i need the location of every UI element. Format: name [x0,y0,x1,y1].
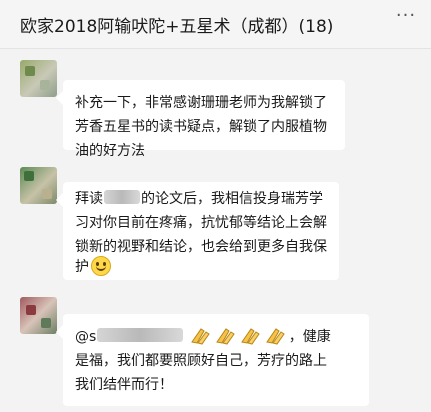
message-text-prefix: 拜读 [75,191,103,207]
clap-emoji [265,328,285,345]
message-text: 锁新的视野和结论，也会给到更多自我保 [75,239,327,255]
message-bubble[interactable]: @s ，健康 是福，我们都要照顾好自己，芳疗的路上 我们结伴而行！ [63,314,369,406]
message-text: 芳香五星书的读书疑点，解锁了内服植物 [75,119,327,135]
message-text-end: 护 [75,259,89,275]
clap-emoji [215,328,235,345]
message-text-suffix: ，健康 [288,329,331,345]
blurred-name [97,328,184,342]
message-text-suffix: 的论文后，我相信投身瑞芳学 [141,191,323,207]
message-text: 护 [75,255,111,279]
message-bubble[interactable]: 补充一下，非常感谢珊珊老师为我解锁了 芳香五星书的读书疑点，解锁了内服植物 油的… [63,80,345,159]
message-text: 补充一下，非常感谢珊珊老师为我解锁了 [75,95,327,111]
smile-emoji [91,256,111,276]
message-text: 是福，我们都要照顾好自己，芳疗的路上 [75,353,327,369]
message-text: 油的好方法 [75,143,145,159]
message-text: 我们结伴而行！ [75,377,173,393]
message-text: @s ，健康 [75,325,331,349]
avatar[interactable] [20,60,57,97]
message-text: 拜读 的论文后，我相信投身瑞芳学 [75,187,323,211]
message-text: 习对你目前在疼痛，抗忧郁等结论上会解 [75,215,327,231]
more-options-icon[interactable]: ··· [386,6,426,26]
mention[interactable]: @s [75,329,96,345]
chat-header: 欧家2018阿输吠陀+五星术（成都）(18) ··· [0,0,431,49]
message-bubble[interactable]: 拜读 的论文后，我相信投身瑞芳学 习对你目前在疼痛，抗忧郁等结论上会解 锁新的视野… [63,182,339,280]
clap-emoji [190,328,210,345]
chat-title: 欧家2018阿输吠陀+五星术（成都）(18) [20,17,334,37]
clap-emoji [240,328,260,345]
avatar[interactable] [20,167,57,204]
blurred-name [104,190,140,204]
avatar[interactable] [20,297,57,334]
